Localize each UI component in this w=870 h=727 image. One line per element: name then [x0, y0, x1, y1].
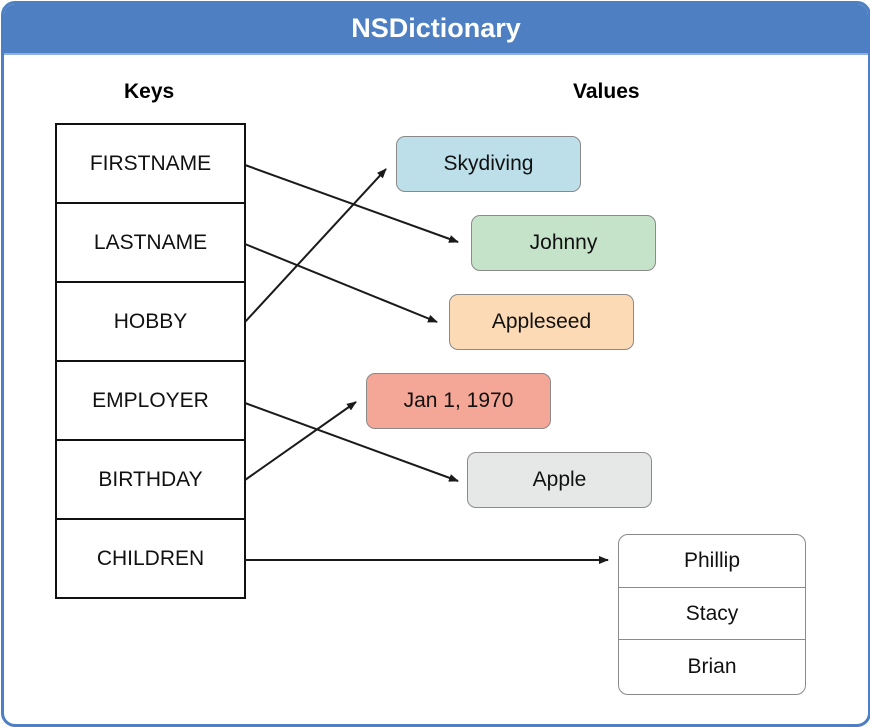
value-apple: Apple: [467, 452, 652, 508]
value-johnny: Johnny: [471, 215, 656, 271]
header-divider: [4, 53, 868, 55]
key-birthday: BIRTHDAY: [57, 441, 244, 520]
child-item: Stacy: [619, 588, 805, 641]
keys-table: FIRSTNAME LASTNAME HOBBY EMPLOYER BIRTHD…: [55, 123, 246, 599]
child-item: Phillip: [619, 535, 805, 588]
key-firstname: FIRSTNAME: [57, 125, 244, 204]
key-children: CHILDREN: [96, 546, 205, 570]
key-lastname: LASTNAME: [57, 204, 244, 283]
key-employer: EMPLOYER: [57, 362, 244, 441]
value-appleseed: Appleseed: [449, 294, 634, 350]
values-column-title: Values: [573, 80, 640, 103]
keys-column-title: Keys: [124, 80, 175, 103]
child-item: Brian: [687, 654, 737, 678]
diagram-title: NSDictionary: [4, 4, 868, 53]
value-birthday-date: Jan 1, 1970: [366, 373, 551, 429]
children-array: Phillip Stacy Brian: [618, 534, 806, 695]
value-skydiving: Skydiving: [396, 136, 581, 192]
key-hobby: HOBBY: [57, 283, 244, 362]
